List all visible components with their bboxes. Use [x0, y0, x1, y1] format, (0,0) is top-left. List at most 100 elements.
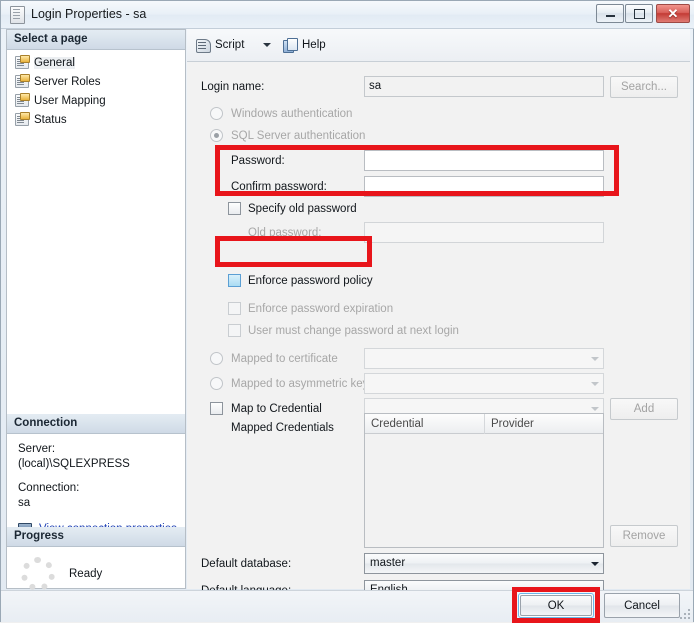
combo-arrow — [586, 374, 603, 393]
mapped-to-asymmetric-key-label: Mapped to asymmetric key — [231, 378, 369, 390]
default-database-value: master — [370, 557, 406, 569]
mapped-to-asymmetric-key-radio[interactable] — [210, 377, 223, 390]
grid-header: Credential Provider — [365, 414, 603, 434]
specify-old-password-label: Specify old password — [248, 203, 357, 215]
ok-button[interactable]: OK — [520, 595, 592, 616]
window-icon — [10, 6, 25, 24]
script-icon — [195, 38, 211, 53]
sidebar-item-status[interactable]: Status — [13, 110, 185, 129]
sql-server-authentication-row[interactable]: SQL Server authentication — [187, 127, 690, 145]
sidebar-item-label: User Mapping — [34, 94, 106, 107]
sql-server-authentication-radio[interactable] — [210, 129, 223, 142]
user-must-change-password-checkbox[interactable] — [228, 324, 241, 337]
enforce-password-expiration-checkbox[interactable] — [228, 302, 241, 315]
default-database-row: Default database: master — [187, 553, 690, 575]
progress-status: Ready — [69, 568, 103, 580]
maximize-icon — [626, 5, 652, 22]
password-input[interactable] — [364, 150, 604, 171]
specify-old-password-checkbox[interactable] — [228, 202, 241, 215]
mapped-to-certificate-radio[interactable] — [210, 352, 223, 365]
map-to-credential-checkbox[interactable] — [210, 402, 223, 415]
server-label: Server: — [18, 443, 56, 455]
combo-arrow — [586, 349, 603, 368]
maximize-button[interactable] — [625, 4, 653, 23]
combo-arrow — [586, 554, 603, 573]
sql-server-authentication-label: SQL Server authentication — [231, 130, 366, 142]
minimize-icon — [597, 5, 623, 22]
user-must-change-password-label: User must change password at next login — [248, 325, 459, 337]
sidebar-item-label: Status — [34, 113, 67, 126]
old-password-label: Old password: — [248, 227, 322, 239]
grid-column-credential: Credential — [365, 414, 485, 434]
windows-authentication-row[interactable]: Windows authentication — [187, 105, 690, 123]
server-value: (local)\SQLEXPRESS — [18, 458, 130, 470]
add-credential-button[interactable]: Add — [610, 398, 678, 420]
sidebar-item-label: Server Roles — [34, 75, 101, 88]
mapped-credentials-label: Mapped Credentials — [231, 422, 334, 434]
mapped-to-certificate-label: Mapped to certificate — [231, 353, 338, 365]
password-label: Password: — [231, 155, 285, 167]
mapped-to-asymmetric-key-combo[interactable] — [364, 373, 604, 394]
old-password-input[interactable] — [364, 222, 604, 243]
resize-grip[interactable] — [678, 607, 690, 619]
sidebar-item-general[interactable]: General — [13, 53, 185, 72]
progress-section: Progress Ready — [7, 527, 185, 591]
close-icon: ✕ — [667, 6, 679, 21]
progress-body: Ready — [7, 547, 185, 591]
mapped-to-asymmetric-key-row[interactable]: Mapped to asymmetric key — [187, 373, 690, 395]
window-title: Login Properties - sa — [31, 7, 147, 21]
enforce-password-policy-row[interactable]: Enforce password policy — [187, 272, 690, 290]
default-database-combo[interactable]: master — [364, 553, 604, 574]
specify-old-password-row[interactable]: Specify old password — [187, 200, 690, 218]
login-name-input[interactable]: sa — [364, 76, 604, 97]
script-button[interactable]: Script — [195, 35, 244, 55]
connection-value: sa — [18, 497, 31, 509]
help-label: Help — [302, 39, 326, 51]
mapped-to-certificate-combo[interactable] — [364, 348, 604, 369]
spinner-icon — [21, 557, 55, 591]
confirm-password-row: Confirm password: — [187, 176, 690, 198]
close-button[interactable]: ✕ — [656, 4, 690, 23]
connection-label: Connection: — [18, 482, 80, 494]
user-must-change-password-row[interactable]: User must change password at next login — [187, 322, 690, 340]
grid-column-provider: Provider — [491, 418, 534, 430]
page-user-mapping-icon — [15, 93, 30, 107]
minimize-button[interactable] — [596, 4, 624, 23]
right-pane: Script Help Login name: sa Search... Win… — [187, 29, 690, 601]
enforce-password-policy-checkbox[interactable] — [228, 274, 241, 287]
chevron-down-icon — [590, 406, 599, 411]
cancel-button[interactable]: Cancel — [604, 593, 680, 618]
chevron-down-icon — [590, 561, 599, 566]
enforce-password-expiration-label: Enforce password expiration — [248, 303, 394, 315]
windows-authentication-label: Windows authentication — [231, 108, 353, 120]
page-status-icon — [15, 112, 30, 126]
general-page-form: Login name: sa Search... Windows authent… — [187, 61, 690, 601]
chevron-down-icon — [590, 356, 599, 361]
default-database-label: Default database: — [201, 558, 292, 570]
sidebar-item-label: General — [34, 56, 75, 69]
search-button[interactable]: Search... — [610, 76, 678, 98]
chevron-down-icon — [590, 381, 599, 386]
help-button[interactable]: Help — [283, 35, 326, 55]
toolbar: Script Help — [187, 29, 690, 62]
enforce-password-policy-label: Enforce password policy — [248, 275, 373, 287]
windows-authentication-radio[interactable] — [210, 107, 223, 120]
progress-header: Progress — [7, 527, 185, 547]
select-a-page-header: Select a page — [7, 30, 185, 50]
page-general-icon — [15, 55, 30, 69]
sidebar-item-server-roles[interactable]: Server Roles — [13, 72, 185, 91]
remove-credential-button[interactable]: Remove — [610, 525, 678, 547]
mapped-credentials-grid[interactable]: Credential Provider — [364, 413, 604, 548]
script-label: Script — [215, 39, 245, 51]
script-dropdown-button[interactable] — [260, 35, 274, 55]
title-bar: Login Properties - sa ✕ — [1, 1, 694, 29]
password-row: Password: — [187, 150, 690, 172]
page-server-roles-icon — [15, 74, 30, 88]
old-password-row: Old password: — [187, 222, 690, 244]
mapped-to-certificate-row[interactable]: Mapped to certificate — [187, 348, 690, 370]
page-list: General Server Roles User Mapping Status — [7, 50, 185, 129]
enforce-password-expiration-row[interactable]: Enforce password expiration — [187, 300, 690, 318]
sidebar-item-user-mapping[interactable]: User Mapping — [13, 91, 185, 110]
confirm-password-input[interactable] — [364, 176, 604, 197]
